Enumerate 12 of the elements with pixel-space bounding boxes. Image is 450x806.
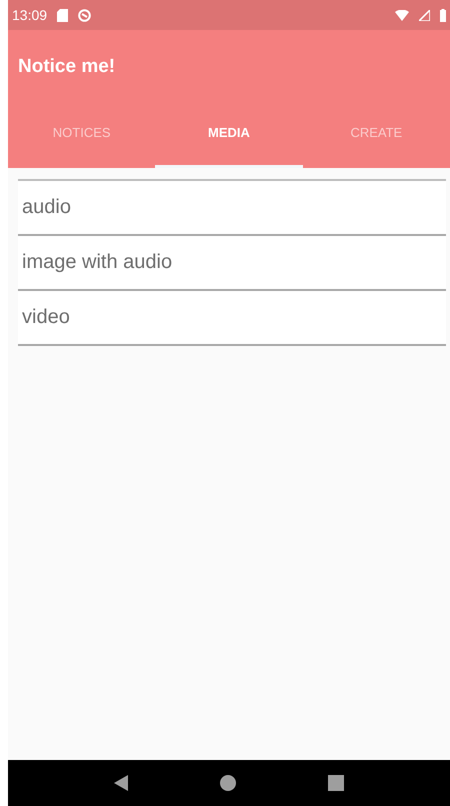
list-item[interactable]: image with audio: [18, 236, 446, 291]
battery-icon: [440, 8, 446, 22]
signal-icon: [419, 10, 430, 20]
home-icon[interactable]: [220, 775, 236, 791]
wifi-icon: [395, 10, 409, 20]
sync-icon: [78, 8, 92, 22]
sd-card-icon: [57, 8, 68, 22]
app-title: Notice me!: [17, 55, 116, 79]
back-icon[interactable]: [114, 775, 128, 791]
status-time: 13:09: [12, 7, 48, 23]
tab[interactable]: MEDIA: [155, 86, 303, 168]
list-item[interactable]: video: [18, 291, 446, 346]
